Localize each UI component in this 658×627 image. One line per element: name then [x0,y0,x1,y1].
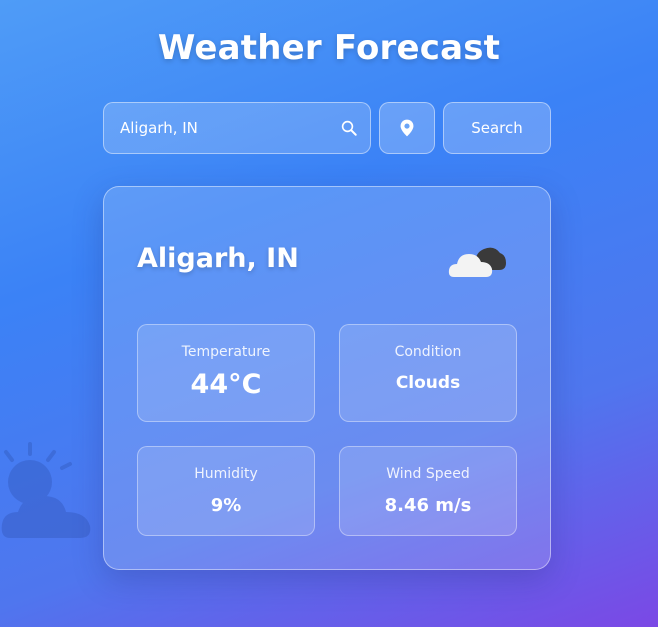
temperature-tile: Temperature 44°C [137,324,315,422]
search-input[interactable] [120,103,330,152]
condition-label: Condition [394,344,462,360]
weather-card: Aligarh, IN Temperature 44°C Condition C… [103,186,551,570]
temperature-value: 44°C [190,369,262,400]
wind-speed-value: 8.46 m/s [384,495,472,516]
humidity-value: 9% [210,495,242,516]
search-button[interactable]: Search [443,102,551,154]
city-name: Aligarh, IN [137,243,299,274]
humidity-label: Humidity [194,466,258,482]
humidity-tile: Humidity 9% [137,446,315,536]
page-title: Weather Forecast [157,28,501,68]
cloud-icon [448,247,506,277]
temperature-label: Temperature [181,344,271,360]
location-button[interactable] [379,102,435,154]
condition-tile: Condition Clouds [339,324,517,422]
search-bar: Search [103,102,551,154]
wind-speed-label: Wind Speed [386,466,470,482]
location-pin-icon [400,119,414,137]
search-field[interactable] [103,102,371,154]
sun-cloud-icon [1,442,91,538]
search-icon[interactable] [340,119,358,137]
condition-value: Clouds [395,373,461,393]
wind-speed-tile: Wind Speed 8.46 m/s [339,446,517,536]
